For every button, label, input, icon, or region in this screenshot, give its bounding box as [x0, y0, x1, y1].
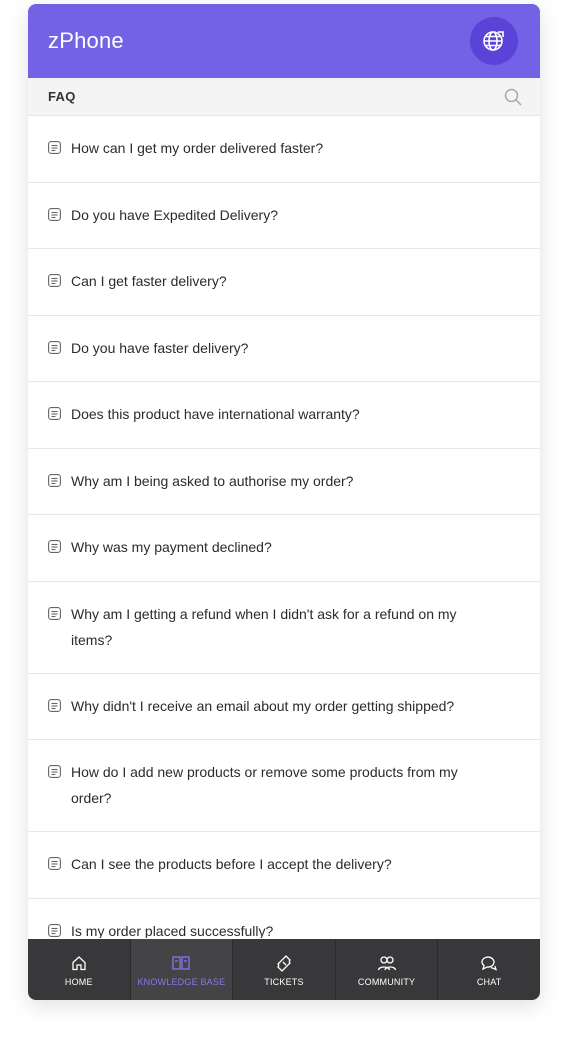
nav-home[interactable]: HOME	[28, 939, 131, 1000]
faq-question: Do you have Expedited Delivery?	[71, 206, 279, 223]
faq-question: Why am I getting a refund when I didn't …	[71, 605, 457, 648]
nav-chat-label: CHAT	[476, 976, 502, 987]
faq-item[interactable]: Why am I being asked to authorise my ord…	[28, 449, 540, 515]
article-icon	[48, 473, 61, 492]
faq-question: Why was my payment declined?	[71, 539, 272, 555]
nav-tickets-label: TICKETS	[264, 976, 304, 987]
faq-item[interactable]: Do you have Expedited Delivery?	[28, 183, 540, 249]
nav-community-label: COMMUNITY	[357, 976, 416, 987]
nav-home-label: HOME	[64, 976, 93, 987]
faq-question: Is my order placed successfully?	[71, 922, 274, 939]
nav-knowledge-base-label: KNOWLEDGE BASE	[137, 976, 226, 987]
faq-item[interactable]: Why was my payment declined?	[28, 515, 540, 582]
faq-item[interactable]: Can I get faster delivery?	[28, 249, 540, 316]
globe-icon	[481, 28, 507, 54]
article-icon	[48, 340, 61, 359]
faq-item[interactable]: How can I get my order delivered faster?	[28, 116, 540, 183]
faq-item[interactable]: Why didn't I receive an email about my o…	[28, 674, 540, 740]
faq-question: Why didn't I receive an email about my o…	[71, 697, 455, 714]
community-icon	[377, 953, 397, 973]
article-icon	[48, 540, 61, 558]
faq-item[interactable]: Does this product have international war…	[28, 382, 540, 449]
faq-question: How can I get my order delivered faster?	[71, 140, 324, 156]
article-icon	[48, 698, 61, 717]
nav-chat[interactable]: CHAT	[438, 939, 540, 1000]
nav-knowledge-base[interactable]: KNOWLEDGE BASE	[130, 939, 234, 1000]
book-icon	[172, 953, 191, 973]
article-icon	[48, 606, 61, 625]
article-icon	[48, 857, 61, 875]
nav-community[interactable]: COMMUNITY	[336, 939, 439, 1000]
faq-item[interactable]: Do you have faster delivery?	[28, 316, 540, 382]
section-label: FAQ	[48, 89, 76, 104]
faq-item[interactable]: How do I add new products or remove some…	[28, 740, 540, 832]
article-icon	[48, 407, 61, 425]
faq-item[interactable]: Is my order placed successfully?	[28, 899, 540, 939]
faq-question: How do I add new products or remove some…	[71, 764, 458, 806]
support-widget: zPhone FAQ How can I get my order delive…	[28, 4, 540, 1000]
article-icon	[48, 274, 61, 292]
faq-list: How can I get my order delivered faster?…	[28, 116, 540, 938]
faq-question: Does this product have international war…	[71, 406, 360, 422]
search-icon[interactable]	[504, 88, 522, 106]
ticket-icon	[275, 953, 293, 973]
section-bar: FAQ	[28, 78, 540, 116]
bottom-nav: HOME KNOWLEDGE BASE TICKETS COMMUNITY CH…	[28, 939, 540, 1000]
faq-question: Why am I being asked to authorise my ord…	[71, 472, 354, 489]
header: zPhone	[28, 4, 540, 78]
faq-item[interactable]: Why am I getting a refund when I didn't …	[28, 582, 540, 674]
home-icon	[71, 953, 87, 973]
article-icon	[48, 765, 61, 783]
faq-item[interactable]: Can I see the products before I accept t…	[28, 832, 540, 899]
nav-tickets[interactable]: TICKETS	[233, 939, 336, 1000]
faq-question: Can I see the products before I accept t…	[71, 856, 392, 872]
faq-question: Can I get faster delivery?	[71, 273, 227, 289]
language-button[interactable]	[470, 17, 518, 65]
article-icon	[48, 141, 61, 159]
chat-icon	[480, 953, 498, 973]
article-icon	[48, 207, 61, 226]
faq-question: Do you have faster delivery?	[71, 339, 249, 356]
app-title: zPhone	[48, 28, 124, 53]
article-icon	[48, 923, 61, 939]
